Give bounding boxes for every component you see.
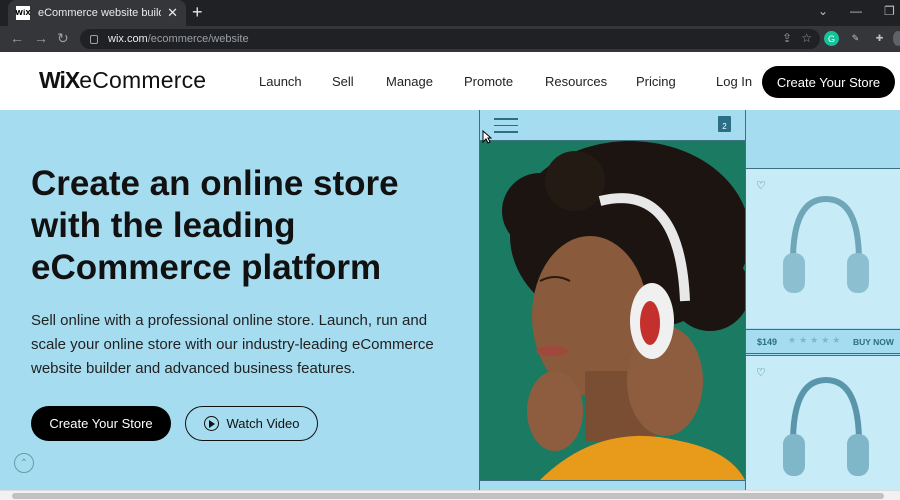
nav-launch[interactable]: Launch — [259, 74, 302, 89]
nav-promote[interactable]: Promote — [464, 74, 513, 89]
phone-mockup: 2 — [479, 110, 746, 490]
url-host: wix.com — [108, 33, 148, 45]
play-icon — [203, 416, 219, 431]
nav-sell[interactable]: Sell — [332, 74, 354, 89]
browser-toolbar: ← → ↻ wix.com/ecommerce/website ⇪ ☆ G ✎ … — [0, 26, 900, 52]
watch-video-button[interactable]: Watch Video — [185, 406, 318, 441]
bookmark-star-icon[interactable]: ☆ — [801, 31, 812, 45]
reload-icon[interactable]: ↻ — [57, 30, 69, 47]
grammarly-icon[interactable]: G — [824, 31, 839, 46]
headphones-product-image — [783, 195, 869, 293]
nav-pricing[interactable]: Pricing — [636, 74, 676, 89]
profile-avatar[interactable] — [893, 31, 900, 46]
tab-title: eCommerce website builder | Cre — [38, 7, 161, 19]
heart-icon[interactable]: ♡ — [756, 366, 766, 379]
cart-count: 2 — [722, 122, 727, 131]
product-card-1-meta: $149 ★★★★★ BUY NOW — [746, 329, 900, 354]
restore-icon[interactable]: ❐ — [884, 4, 895, 18]
forward-icon[interactable]: → — [34, 30, 48, 46]
wix-favicon-icon: WiX — [15, 6, 31, 20]
login-link[interactable]: Log In — [716, 74, 752, 89]
url-text: wix.com/ecommerce/website — [108, 33, 249, 45]
create-store-header-button[interactable]: Create Your Store — [762, 66, 895, 98]
extensions-puzzle-icon[interactable]: ✚ — [872, 31, 887, 46]
new-tab-button[interactable]: + — [192, 2, 203, 23]
create-store-button[interactable]: Create Your Store — [31, 406, 171, 441]
product-price: $149 — [757, 337, 778, 347]
buy-now-link[interactable]: BUY NOW — [853, 337, 894, 347]
tab-close-icon[interactable]: ✕ — [167, 5, 178, 21]
product-card-1[interactable]: ♡ — [746, 168, 900, 328]
phone-header: 2 — [480, 110, 745, 141]
minimize-icon[interactable]: — — [850, 4, 862, 18]
headphones-product-image — [783, 376, 869, 476]
tab-search-icon[interactable]: ⌄ — [818, 4, 828, 18]
wix-ecommerce-logo[interactable]: WiXeCommerce — [39, 67, 206, 94]
nav-manage[interactable]: Manage — [386, 74, 433, 89]
rating-stars: ★★★★★ — [788, 335, 844, 345]
product-column: ♡ $149 ★★★★★ BUY NOW ♡ — [746, 110, 900, 490]
hero-photo-woman-headphones — [480, 141, 745, 480]
headline-line-2: with the leading — [31, 206, 296, 245]
subtitle-line-2: scale your online store with our industr… — [31, 336, 434, 353]
subtitle-line-1: Sell online with a professional online s… — [31, 312, 428, 329]
share-icon[interactable]: ⇪ — [782, 31, 792, 45]
hamburger-menu-icon[interactable] — [494, 118, 518, 138]
pen-icon[interactable]: ✎ — [848, 31, 863, 46]
shopping-bag-icon[interactable]: 2 — [718, 116, 731, 132]
hero-headline: Create an online store with the leading … — [31, 163, 471, 289]
address-bar[interactable]: wix.com/ecommerce/website ⇪ ☆ — [80, 29, 820, 49]
browser-tab-bar: WiX eCommerce website builder | Cre ✕ + … — [0, 0, 900, 26]
browser-tab[interactable]: WiX eCommerce website builder | Cre ✕ — [8, 0, 186, 26]
watch-video-label: Watch Video — [226, 416, 300, 431]
hero-subtitle: Sell online with a professional online s… — [31, 309, 461, 381]
logo-wix: WiX — [39, 67, 80, 93]
lock-icon — [90, 34, 98, 44]
mouse-cursor-icon — [482, 130, 492, 144]
heart-icon[interactable]: ♡ — [756, 179, 766, 192]
headline-line-3: eCommerce platform — [31, 248, 382, 287]
logo-product: eCommerce — [79, 67, 207, 93]
scrollbar-thumb[interactable] — [12, 493, 884, 499]
nav-resources[interactable]: Resources — [545, 74, 607, 89]
phone-footer — [480, 480, 745, 490]
horizontal-scrollbar[interactable] — [0, 490, 900, 500]
subtitle-line-3: website builder and advanced business fe… — [31, 360, 356, 377]
headline-line-1: Create an online store — [31, 164, 399, 203]
back-icon[interactable]: ← — [10, 30, 24, 46]
scroll-up-icon[interactable]: ⌃ — [14, 453, 34, 473]
url-path: /ecommerce/website — [147, 33, 249, 45]
site-header: WiXeCommerce Launch Sell Manage Promote … — [0, 52, 900, 110]
product-card-2[interactable]: ♡ — [746, 355, 900, 490]
